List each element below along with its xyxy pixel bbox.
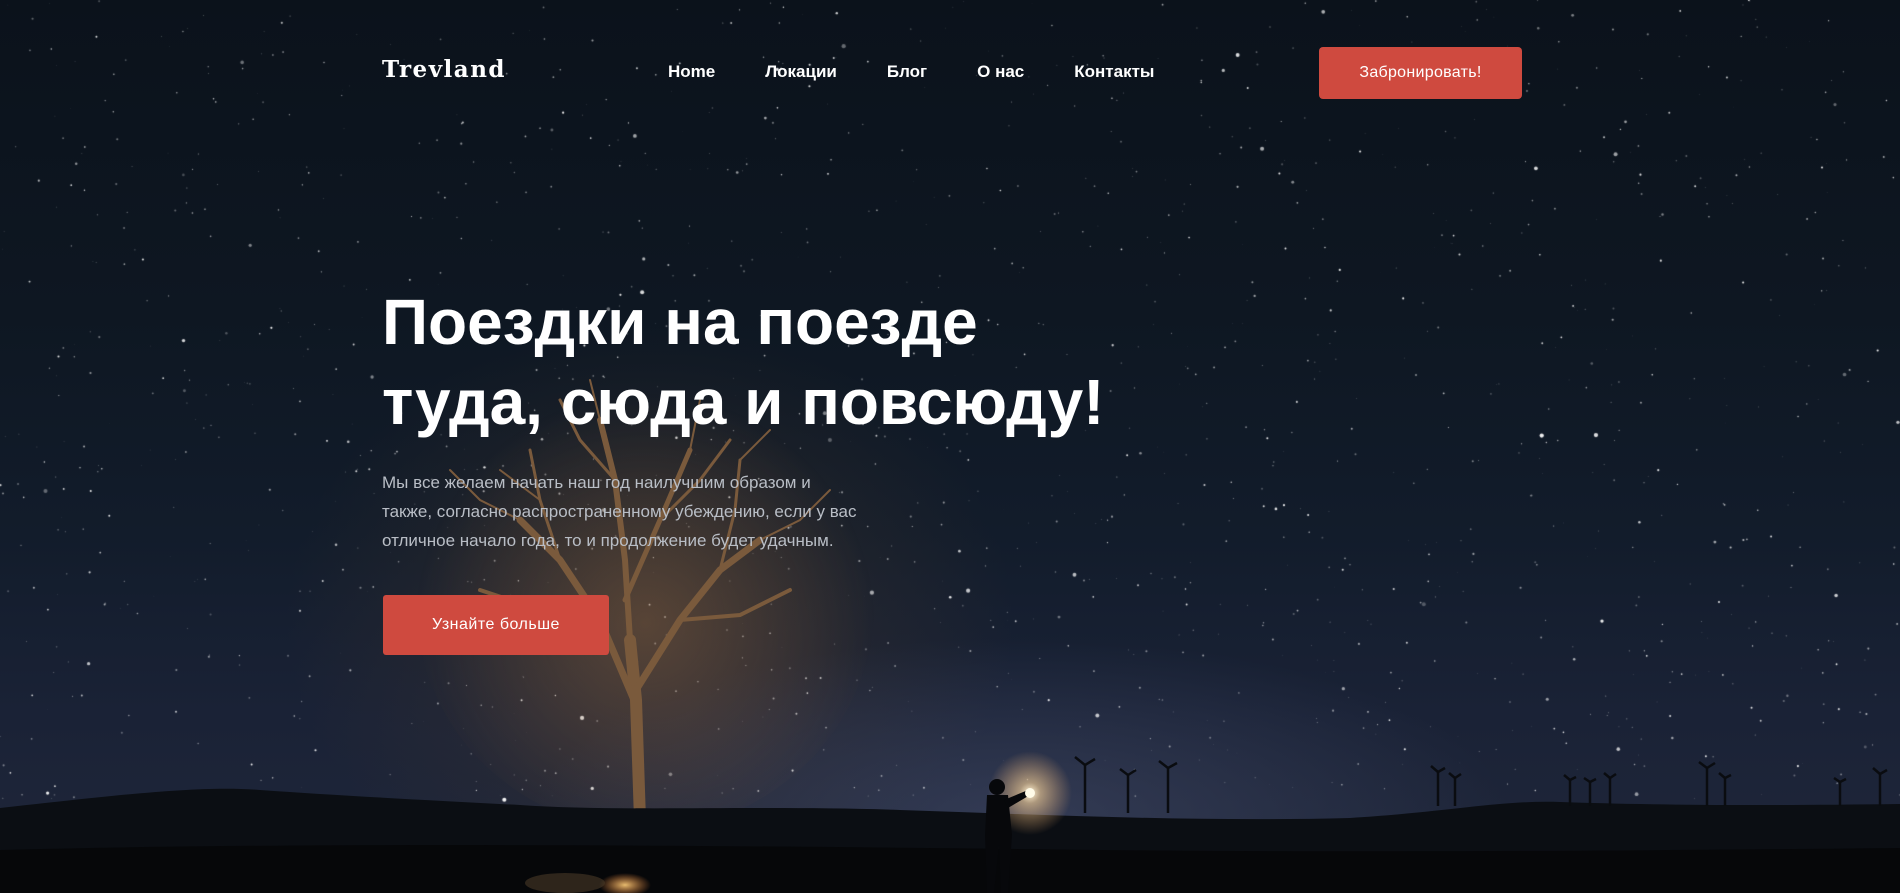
learn-more-button[interactable]: Узнайте больше — [383, 595, 609, 655]
hero-description: Мы все желаем начать наш год наилучшим о… — [382, 468, 922, 555]
main-navigation: Home Локации Блог О нас Контакты — [668, 62, 1154, 82]
wind-turbine-icon — [1074, 756, 1888, 813]
nav-item-locations[interactable]: Локации — [765, 62, 837, 82]
brand-logo[interactable]: Trevland — [382, 56, 506, 83]
nav-item-blog[interactable]: Блог — [887, 62, 927, 82]
book-button[interactable]: Забронировать! — [1319, 47, 1522, 99]
hero-description-line-1: Мы все желаем начать наш год наилучшим о… — [382, 473, 811, 492]
grass-glow — [525, 873, 605, 893]
hero-title: Поездки на поезде туда, сюда и повсюду! — [382, 282, 1104, 442]
night-landscape-image — [0, 370, 1900, 893]
nav-item-home[interactable]: Home — [668, 62, 715, 82]
hero-section: Trevland Home Локации Блог О нас Контакт… — [0, 0, 1900, 893]
nav-item-contacts[interactable]: Контакты — [1074, 62, 1154, 82]
hero-title-line-2: туда, сюда и повсюду! — [382, 366, 1105, 438]
ground — [0, 845, 1900, 893]
hero-description-line-3: отличное начало года, то и продолжение б… — [382, 531, 834, 550]
lantern-icon — [1025, 788, 1035, 798]
hero-title-line-1: Поездки на поезде — [382, 286, 978, 358]
hero-description-line-2: также, согласно распространенному убежде… — [382, 502, 857, 521]
nav-item-about[interactable]: О нас — [977, 62, 1024, 82]
